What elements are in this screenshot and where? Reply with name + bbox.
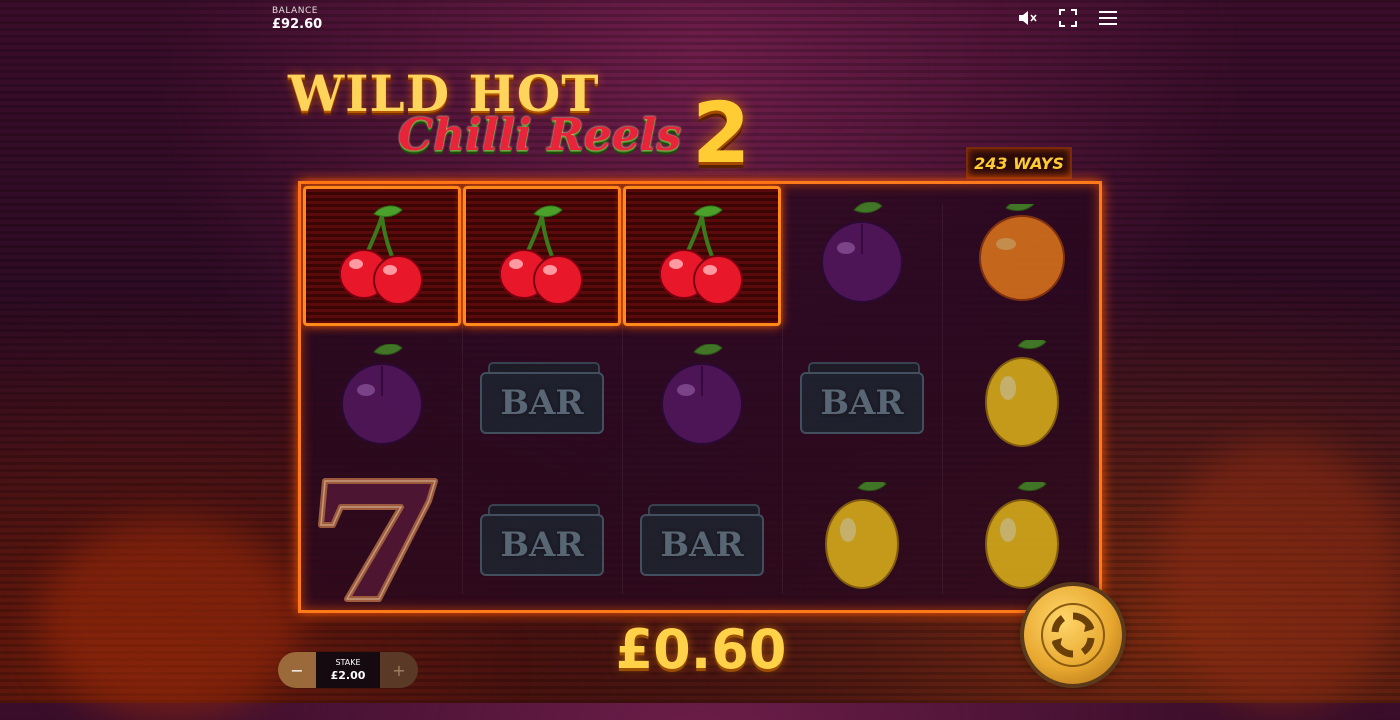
lemon-symbol-icon <box>974 479 1070 598</box>
stake-increase-button[interactable]: + <box>380 652 418 688</box>
reel-cell-1-1 <box>303 186 461 326</box>
reel-cell-3-1 <box>623 186 781 326</box>
bar-symbol-plate: BAR <box>640 504 764 576</box>
reel-cell-2-3: BAR <box>463 470 621 610</box>
reel-cell-2-1 <box>463 186 621 326</box>
logo-line-3: 2 <box>692 84 751 182</box>
reel-cell-2-2: BAR <box>463 328 621 468</box>
balance-label: BALANCE <box>272 6 318 16</box>
fullscreen-icon[interactable] <box>1058 8 1078 28</box>
cherry-symbol-icon <box>332 202 432 310</box>
bar-symbol-label: BAR <box>640 514 764 576</box>
plum-symbol-icon <box>814 201 910 310</box>
bar-symbol-icon: BAR <box>480 504 604 576</box>
orange-symbol-icon <box>972 199 1072 308</box>
logo-line-2: Chilli Reels <box>398 110 682 161</box>
reel-cell-4-3 <box>783 470 941 610</box>
spin-icon <box>1041 603 1105 667</box>
lemon-symbol-icon <box>974 337 1070 456</box>
reel-cell-5-2 <box>943 328 1101 468</box>
reel-cell-4-1 <box>783 186 941 326</box>
mute-icon[interactable] <box>1018 8 1038 28</box>
balance-value: £92.60 <box>272 17 323 32</box>
bar-symbol-icon: BAR <box>640 504 764 576</box>
lemon-symbol-icon <box>814 479 910 598</box>
reel-cell-4-2: BAR <box>783 328 941 468</box>
background-flame-right <box>1160 440 1400 710</box>
bar-symbol-label: BAR <box>480 514 604 576</box>
stake-display: STAKE £2.00 <box>316 652 380 688</box>
spin-button[interactable] <box>1024 586 1122 684</box>
ways-badge: 243 WAYS <box>966 147 1072 179</box>
game-logo: WILD HOT Chilli Reels 2 <box>288 62 758 182</box>
plum-symbol-icon <box>654 343 750 452</box>
cherry-symbol-icon <box>492 202 592 310</box>
bar-symbol-label: BAR <box>480 372 604 434</box>
bar-symbol-label: BAR <box>800 372 924 434</box>
background-flame-left <box>40 520 300 720</box>
reel-grid: BAR BAR BAR BAR <box>298 181 1102 613</box>
stake-decrease-button[interactable]: − <box>278 652 316 688</box>
stake-value: £2.00 <box>330 669 366 682</box>
reel-cell-3-3: BAR <box>623 470 781 610</box>
stake-label: STAKE <box>335 658 361 667</box>
menu-icon[interactable] <box>1098 8 1118 28</box>
balance-display: BALANCE £92.60 <box>272 6 322 32</box>
bar-symbol-icon: BAR <box>800 362 924 434</box>
cherry-symbol-icon <box>652 202 752 310</box>
reel-cell-3-2 <box>623 328 781 468</box>
reel-cell-1-2 <box>303 328 461 468</box>
top-toolbar <box>1018 8 1118 28</box>
reel-cell-1-3 <box>303 470 461 610</box>
bar-symbol-icon: BAR <box>480 362 604 434</box>
bar-symbol-plate: BAR <box>480 504 604 576</box>
seven-symbol-icon <box>317 471 447 609</box>
bar-symbol-plate: BAR <box>800 362 924 434</box>
reel-cell-5-1 <box>943 186 1101 326</box>
stake-control: − STAKE £2.00 + <box>278 652 418 688</box>
bar-symbol-plate: BAR <box>480 362 604 434</box>
win-amount: £0.60 <box>615 618 787 681</box>
plum-symbol-icon <box>334 343 430 452</box>
